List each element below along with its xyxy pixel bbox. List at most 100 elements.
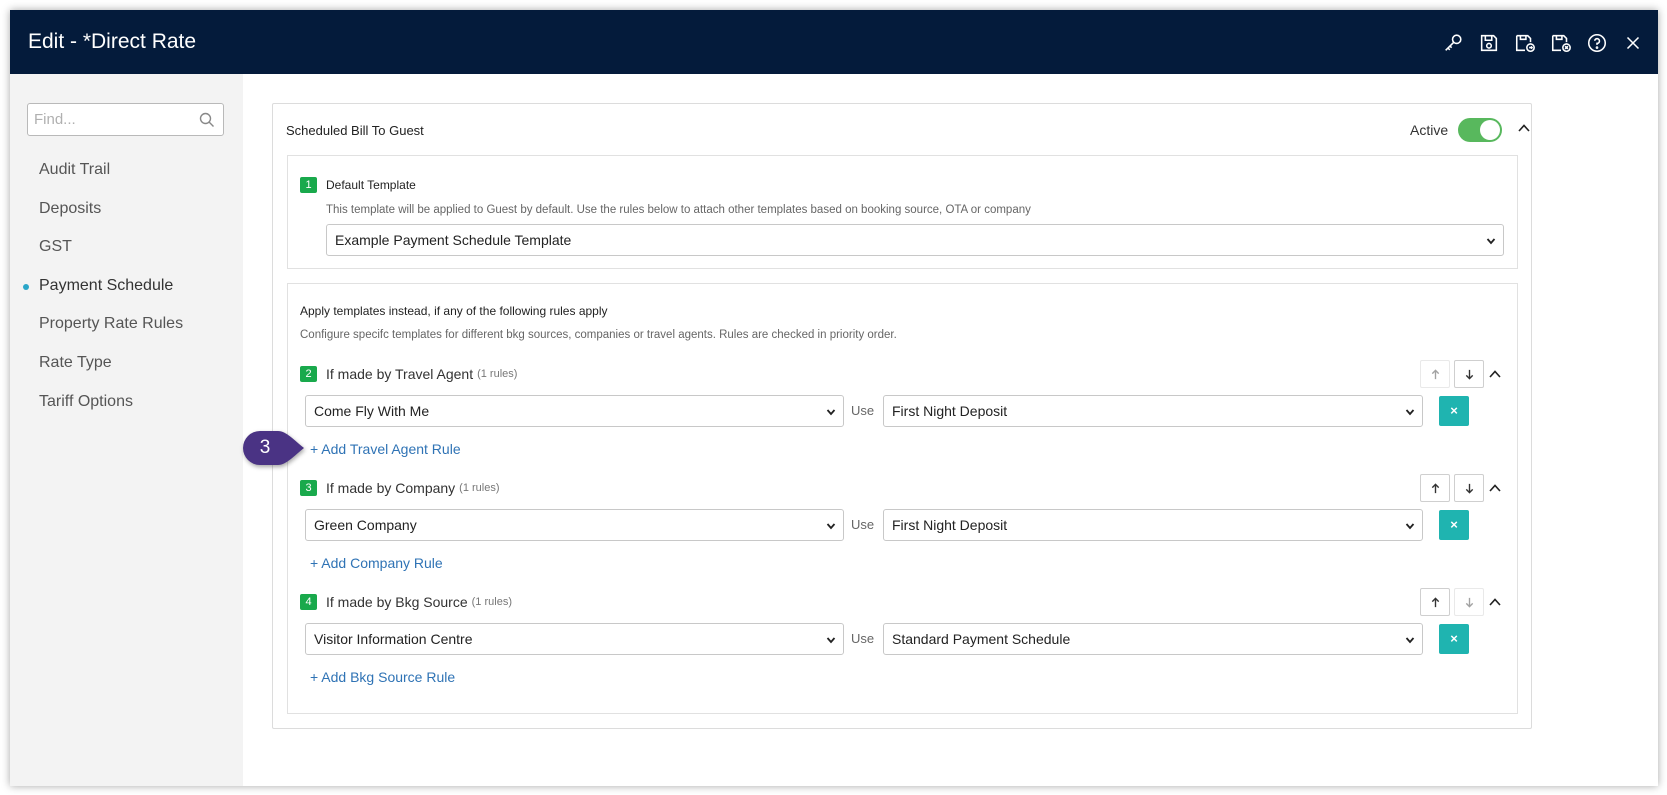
use-label: Use (851, 631, 875, 646)
move-down-button[interactable] (1454, 588, 1484, 616)
save-and-new-icon[interactable] (1512, 30, 1538, 56)
chevron-down-icon (1405, 409, 1415, 416)
save-icon[interactable] (1476, 30, 1502, 56)
bkg-source-select[interactable]: Visitor Information Centre (305, 623, 844, 655)
chevron-down-icon (1486, 238, 1496, 245)
use-label: Use (851, 403, 875, 418)
search-box (27, 103, 224, 136)
add-bkg-source-rule-link[interactable]: + Add Bkg Source Rule (310, 669, 455, 685)
default-template-description: This template will be applied to Guest b… (326, 204, 1031, 216)
close-icon[interactable] (1620, 30, 1646, 56)
sidebar-item-label: Audit Trail (39, 161, 111, 178)
arrow-down-icon (1465, 597, 1473, 608)
toggle-knob (1480, 120, 1501, 140)
bkg-source-template-select[interactable]: Standard Payment Schedule (883, 623, 1423, 655)
active-label: Active (1410, 122, 1449, 138)
use-label: Use (851, 517, 875, 532)
sidebar-item-payment-schedule[interactable]: Payment Schedule (10, 267, 243, 306)
default-template-label: Default Template (326, 178, 416, 192)
rule-count: (1 rules) (471, 596, 512, 608)
help-icon[interactable] (1584, 30, 1610, 56)
sidebar-item-rate-type[interactable]: Rate Type (10, 344, 243, 383)
template-value: Standard Payment Schedule (892, 631, 1071, 647)
travel-agent-rule-header: 2 If made by Travel Agent (1 rules) (300, 366, 517, 382)
sidebar-item-label: Deposits (39, 199, 102, 217)
default-template-section: 1 Default Template This template will be… (287, 155, 1518, 269)
chevron-down-icon (1405, 637, 1415, 644)
step-badge: 1 (300, 177, 317, 193)
active-indicator (23, 283, 29, 290)
search-input[interactable] (28, 104, 188, 135)
rule-count: (1 rules) (459, 482, 500, 494)
bkg-source-value: Visitor Information Centre (314, 631, 473, 647)
rules-section: Apply templates instead, if any of the f… (287, 283, 1518, 714)
arrow-up-icon (1431, 596, 1439, 607)
company-template-select[interactable]: First Night Deposit (883, 509, 1423, 541)
arrow-up-icon (1431, 368, 1439, 379)
edit-window: Edit - *Direct Rate Find... Audit Trail … (10, 10, 1658, 786)
travel-agent-select[interactable]: Come Fly With Me (305, 395, 844, 427)
sidebar-item-label: Tariff Options (39, 392, 133, 410)
key-icon[interactable] (1440, 30, 1466, 56)
move-up-button[interactable] (1420, 588, 1450, 616)
travel-agent-value: Come Fly With Me (314, 403, 430, 419)
chevron-down-icon (826, 637, 836, 644)
move-up-button[interactable] (1420, 474, 1450, 502)
add-company-rule-link[interactable]: + Add Company Rule (310, 555, 443, 571)
company-rule-header: 3 If made by Company (1 rules) (300, 480, 500, 496)
add-travel-agent-rule-link[interactable]: + Add Travel Agent Rule (310, 441, 461, 457)
step-callout: 3 (242, 430, 306, 466)
sidebar-item-label: Property Rate Rules (39, 315, 184, 333)
rule-group-label: If made by Travel Agent (326, 366, 474, 382)
sidebar-item-gst[interactable]: GST (10, 228, 243, 267)
save-and-close-icon[interactable] (1548, 30, 1574, 56)
chevron-down-icon (826, 523, 836, 530)
rules-description: Configure specifc templates for differen… (300, 329, 897, 341)
rule-count: (1 rules) (477, 368, 518, 380)
chevron-down-icon (826, 409, 836, 416)
title-bar: Edit - *Direct Rate (10, 10, 1658, 74)
chevron-up-icon[interactable] (1488, 481, 1502, 495)
arrow-down-icon (1465, 369, 1473, 380)
step-badge: 3 (300, 480, 317, 496)
scheduled-bill-panel: Scheduled Bill To Guest Active 1 Default… (272, 103, 1532, 729)
sidebar-nav: Audit Trail Deposits GST Payment Schedul… (10, 151, 243, 421)
delete-rule-button[interactable]: × (1439, 624, 1469, 654)
sidebar-item-label: Rate Type (39, 353, 112, 371)
sidebar-item-deposits[interactable]: Deposits (10, 190, 243, 229)
delete-rule-button[interactable]: × (1439, 396, 1469, 426)
move-down-button[interactable] (1454, 474, 1484, 502)
chevron-up-icon[interactable] (1488, 595, 1502, 609)
chevron-up-icon[interactable] (1517, 121, 1531, 135)
rule-group-label: If made by Bkg Source (326, 594, 468, 610)
default-template-select[interactable]: Example Payment Schedule Template (326, 224, 1504, 256)
rules-title: Apply templates instead, if any of the f… (300, 304, 608, 318)
search-icon[interactable] (199, 112, 215, 128)
travel-agent-template-select[interactable]: First Night Deposit (883, 395, 1423, 427)
sidebar-item-property-rate-rules[interactable]: Property Rate Rules (10, 305, 243, 344)
main-content: Scheduled Bill To Guest Active 1 Default… (243, 74, 1658, 786)
sidebar: Audit Trail Deposits GST Payment Schedul… (10, 74, 243, 786)
sidebar-item-label: Payment Schedule (39, 276, 174, 294)
sidebar-item-audit-trail[interactable]: Audit Trail (10, 151, 243, 190)
default-template-header: 1 Default Template (300, 177, 416, 193)
step-badge: 2 (300, 366, 317, 382)
sidebar-item-label: GST (39, 238, 72, 256)
default-template-value: Example Payment Schedule Template (335, 232, 572, 248)
move-down-button[interactable] (1454, 360, 1484, 388)
delete-rule-button[interactable]: × (1439, 510, 1469, 540)
rule-group-label: If made by Company (326, 480, 456, 496)
template-value: First Night Deposit (892, 517, 1008, 533)
step-badge: 4 (300, 594, 317, 610)
panel-title: Scheduled Bill To Guest (286, 123, 424, 138)
callout-number: 3 (259, 437, 271, 458)
toolbar (1440, 30, 1646, 56)
company-select[interactable]: Green Company (305, 509, 844, 541)
window-title: Edit - *Direct Rate (28, 30, 197, 53)
sidebar-item-tariff-options[interactable]: Tariff Options (10, 383, 243, 422)
template-value: First Night Deposit (892, 403, 1008, 419)
move-up-button[interactable] (1420, 360, 1450, 388)
active-toggle[interactable] (1458, 118, 1503, 142)
chevron-up-icon[interactable] (1488, 367, 1502, 381)
arrow-down-icon (1465, 483, 1473, 494)
